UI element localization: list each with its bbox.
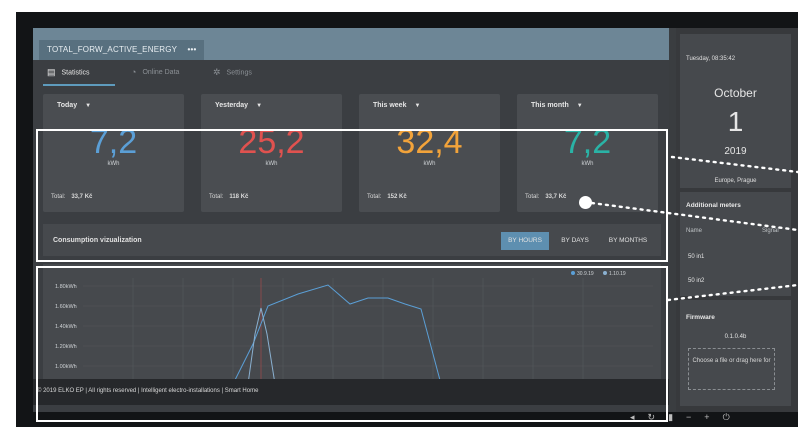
leader-line	[670, 155, 798, 174]
annotation-leaders	[590, 155, 798, 302]
leader-line	[666, 283, 798, 302]
leader-line	[590, 201, 798, 232]
